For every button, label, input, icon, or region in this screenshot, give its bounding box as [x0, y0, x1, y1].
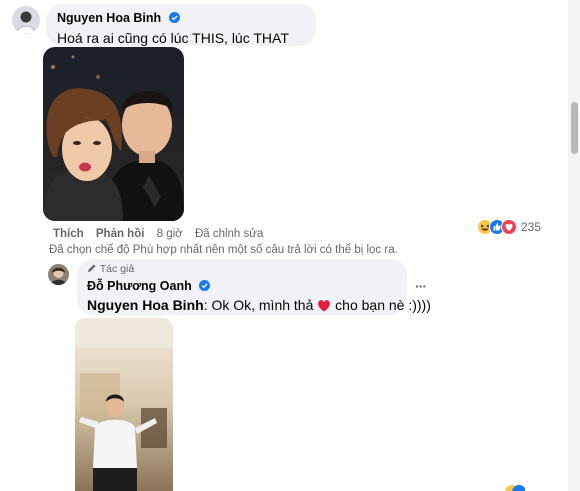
reaction-summary-partial[interactable]: [505, 484, 525, 491]
scrollbar-track[interactable]: [568, 0, 580, 491]
reply-author-avatar[interactable]: [48, 264, 69, 285]
love-reaction-icon: [501, 219, 517, 235]
comment-author[interactable]: Nguyen Hoa Binh: [57, 11, 161, 25]
scrollbar-thumb[interactable]: [571, 102, 578, 154]
verified-badge-icon: [199, 280, 211, 291]
author-badge: Tác giả: [99, 263, 135, 275]
edited-label: Đã chỉnh sửa: [194, 228, 264, 240]
comment-timestamp[interactable]: 8 giờ: [157, 228, 183, 240]
like-button[interactable]: Thích: [53, 228, 84, 240]
more-options-button[interactable]: ···: [415, 278, 427, 294]
comment-photo[interactable]: [43, 47, 184, 221]
mention-link[interactable]: Nguyen Hoa Binh: [87, 297, 204, 313]
reply-text-part1: : Ok Ok, mình thả: [203, 297, 314, 313]
filter-notice: Đã chọn chế độ Phù hợp nhất nên một số c…: [49, 244, 398, 256]
commenter-avatar[interactable]: [12, 6, 40, 34]
verified-badge-icon: [168, 12, 180, 23]
reply-author[interactable]: Đỗ Phương Oanh: [87, 279, 192, 293]
reply-button[interactable]: Phản hồi: [96, 228, 145, 240]
red-heart-emoji-icon: [318, 300, 331, 312]
reaction-count: 235: [521, 220, 542, 234]
reply-bubble: Tác giả Đỗ Phương Oanh Nguyen Hoa Binh: …: [77, 259, 431, 315]
comment-actions: Thích Phản hồi 8 giờ Đã chỉnh sửa: [53, 228, 263, 240]
reply-photo[interactable]: [75, 318, 173, 491]
comment-bubble: Nguyen Hoa Binh Hoá ra ai cũng có lúc TH…: [46, 4, 316, 64]
reply-text-part2: cho bạn nè :)))): [335, 297, 431, 313]
pencil-icon: [88, 264, 96, 272]
